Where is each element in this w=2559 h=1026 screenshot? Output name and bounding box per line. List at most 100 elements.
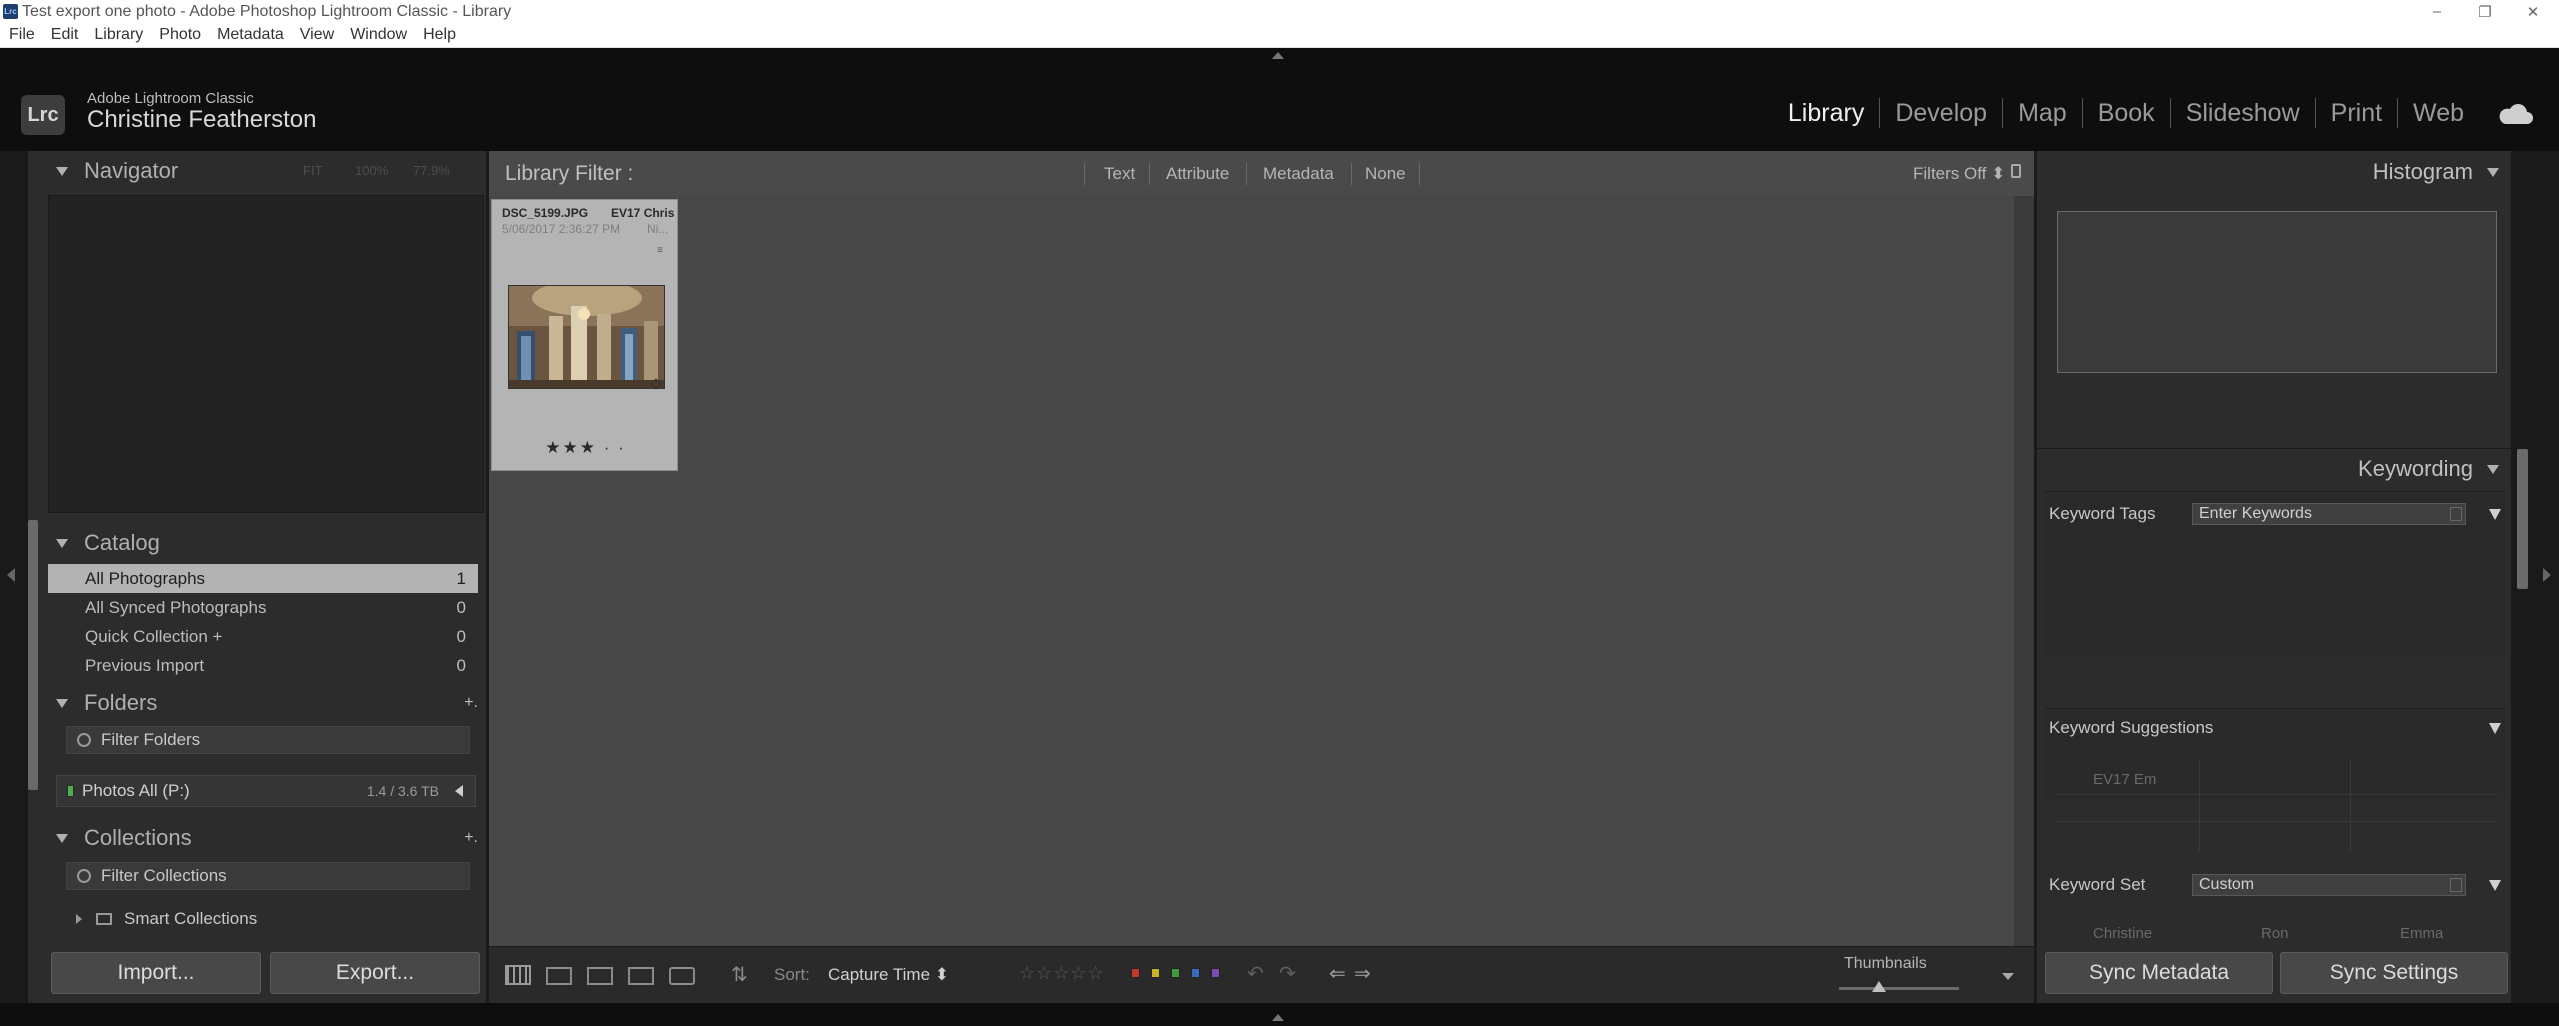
expand-triangle-icon[interactable] [2489, 723, 2501, 734]
add-collection-icon[interactable]: +. [464, 829, 478, 847]
compare-view-icon[interactable] [587, 967, 613, 985]
left-panel-toggle-icon[interactable] [7, 568, 15, 582]
cloud-icon[interactable] [2496, 100, 2534, 128]
keyword-set-item[interactable]: Christine [2093, 925, 2152, 942]
right-panel-scrollbar[interactable] [2517, 449, 2528, 589]
menu-library[interactable]: Library [85, 26, 150, 44]
sync-metadata-button[interactable]: Sync Metadata [2045, 952, 2273, 994]
grid-scrollbar[interactable] [2014, 196, 2034, 946]
rotate-right-icon[interactable]: ↷ [1279, 961, 1296, 986]
menu-photo[interactable]: Photo [150, 26, 208, 44]
filter-text[interactable]: Text [1104, 164, 1135, 184]
filter-folders-field[interactable]: Filter Folders [66, 726, 470, 754]
navigator-zoom-fit[interactable]: FIT [303, 163, 323, 178]
navigator-zoom-custom[interactable]: 77.9% [413, 163, 450, 178]
import-button[interactable]: Import... [51, 952, 261, 994]
menu-window[interactable]: Window [341, 26, 414, 44]
menu-view[interactable]: View [291, 26, 341, 44]
navigator-zoom-100[interactable]: 100% [355, 163, 388, 178]
rating-filter[interactable]: ☆☆☆☆☆ [1019, 963, 1105, 984]
grid-view-icon[interactable] [505, 965, 531, 985]
module-book[interactable]: Book [2083, 99, 2170, 128]
left-panel-scrollbar[interactable] [28, 520, 38, 790]
keyword-set-item[interactable]: Emma [2400, 925, 2443, 942]
menu-edit[interactable]: Edit [42, 26, 86, 44]
filter-attribute[interactable]: Attribute [1166, 164, 1229, 184]
filter-metadata[interactable]: Metadata [1263, 164, 1334, 184]
thumbnail-grid[interactable]: DSC_5199.JPG EV17 Chris 5/06/2017 2:36:2… [489, 196, 2014, 946]
menu-metadata[interactable]: Metadata [208, 26, 291, 44]
color-label-purple[interactable] [1211, 968, 1220, 978]
module-library[interactable]: Library [1773, 99, 1879, 128]
product-name: Adobe Lightroom Classic [87, 90, 254, 107]
keyword-tags-dropdown[interactable]: Enter Keywords [2192, 503, 2466, 525]
photo-thumbnail[interactable] [508, 285, 665, 389]
right-panel-toggle-icon[interactable] [2543, 568, 2551, 582]
filters-off-dropdown[interactable]: Filters Off ⬍ [1913, 164, 2005, 184]
expand-triangle-icon[interactable] [76, 914, 82, 924]
rotate-left-icon[interactable]: ↶ [1247, 961, 1264, 986]
collapse-triangle-icon[interactable] [2487, 464, 2499, 474]
volume-name: Photos All (P:) [82, 781, 190, 800]
keyword-set-item[interactable]: Ron [2261, 925, 2289, 942]
close-button[interactable]: ✕ [2509, 0, 2557, 23]
filmstrip-toggle-icon[interactable] [1272, 1014, 1284, 1021]
previous-photo-icon[interactable]: ⇐ [1329, 961, 1346, 986]
expand-triangle-icon[interactable] [2489, 509, 2501, 520]
loupe-view-icon[interactable] [546, 967, 572, 985]
collections-header[interactable]: Collections +. [28, 818, 486, 858]
top-panel-toggle-icon[interactable] [1272, 52, 1284, 59]
collapse-triangle-icon[interactable] [56, 166, 68, 176]
collapse-triangle-icon[interactable] [2487, 167, 2499, 177]
sync-settings-button[interactable]: Sync Settings [2280, 952, 2508, 994]
filter-none[interactable]: None [1365, 164, 1406, 184]
module-slideshow[interactable]: Slideshow [2171, 99, 2315, 128]
module-web[interactable]: Web [2398, 99, 2479, 128]
catalog-item-previous-import[interactable]: Previous Import 0 [48, 651, 478, 680]
keywording-title: Keywording [2358, 456, 2473, 481]
collapse-triangle-icon[interactable] [56, 833, 68, 843]
module-develop[interactable]: Develop [1880, 99, 2002, 128]
menu-help[interactable]: Help [414, 26, 463, 44]
volume-expand-icon[interactable] [455, 785, 463, 797]
module-map[interactable]: Map [2003, 99, 2082, 128]
catalog-header[interactable]: Catalog [28, 523, 486, 563]
catalog-item-label: All Photographs [85, 568, 206, 588]
sort-dropdown[interactable]: Capture Time ⬍ [828, 965, 949, 985]
keyword-set-dropdown[interactable]: Custom [2192, 874, 2466, 896]
color-label-green[interactable] [1171, 968, 1180, 978]
export-button[interactable]: Export... [270, 952, 480, 994]
folders-header[interactable]: Folders +. [28, 683, 486, 723]
lock-icon[interactable] [2011, 164, 2021, 178]
thumbnail-cell[interactable]: DSC_5199.JPG EV17 Chris 5/06/2017 2:36:2… [491, 199, 678, 471]
collapse-triangle-icon[interactable] [56, 698, 68, 708]
color-label-yellow[interactable] [1151, 968, 1160, 978]
thumbnail-size-slider[interactable] [1839, 987, 1959, 990]
keyword-suggestion[interactable]: EV17 Em [2093, 771, 2156, 788]
color-label-red[interactable] [1131, 968, 1140, 978]
navigator-preview[interactable] [48, 195, 484, 513]
survey-view-icon[interactable] [628, 967, 654, 985]
smart-collections-row[interactable]: Smart Collections [76, 909, 257, 929]
thumbnail-rating[interactable]: ★★★ · · [492, 438, 679, 458]
slider-knob-icon[interactable] [1872, 981, 1886, 992]
toolbar-menu-icon[interactable] [2002, 973, 2014, 980]
maximize-button[interactable]: ❐ [2461, 0, 2509, 23]
volume-row[interactable]: Photos All (P:) 1.4 / 3.6 TB [56, 775, 476, 807]
minimize-button[interactable]: – [2413, 0, 2461, 23]
add-folder-icon[interactable]: +. [464, 694, 478, 712]
color-label-blue[interactable] [1191, 968, 1200, 978]
menu-file[interactable]: File [0, 26, 42, 44]
catalog-item-all-photographs[interactable]: All Photographs 1 [48, 564, 478, 593]
sort-direction-icon[interactable]: ⇅ [731, 962, 748, 987]
module-print[interactable]: Print [2316, 99, 2397, 128]
keywording-header[interactable]: Keywording [2358, 456, 2499, 482]
collapse-triangle-icon[interactable] [56, 538, 68, 548]
expand-triangle-icon[interactable] [2489, 880, 2501, 891]
histogram-header[interactable]: Histogram [2373, 159, 2499, 185]
people-view-icon[interactable] [669, 967, 695, 985]
filter-collections-field[interactable]: Filter Collections [66, 862, 470, 890]
catalog-item-all-synced[interactable]: All Synced Photographs 0 [48, 593, 478, 622]
catalog-item-quick-collection[interactable]: Quick Collection + 0 [48, 622, 478, 651]
next-photo-icon[interactable]: ⇒ [1354, 961, 1371, 986]
